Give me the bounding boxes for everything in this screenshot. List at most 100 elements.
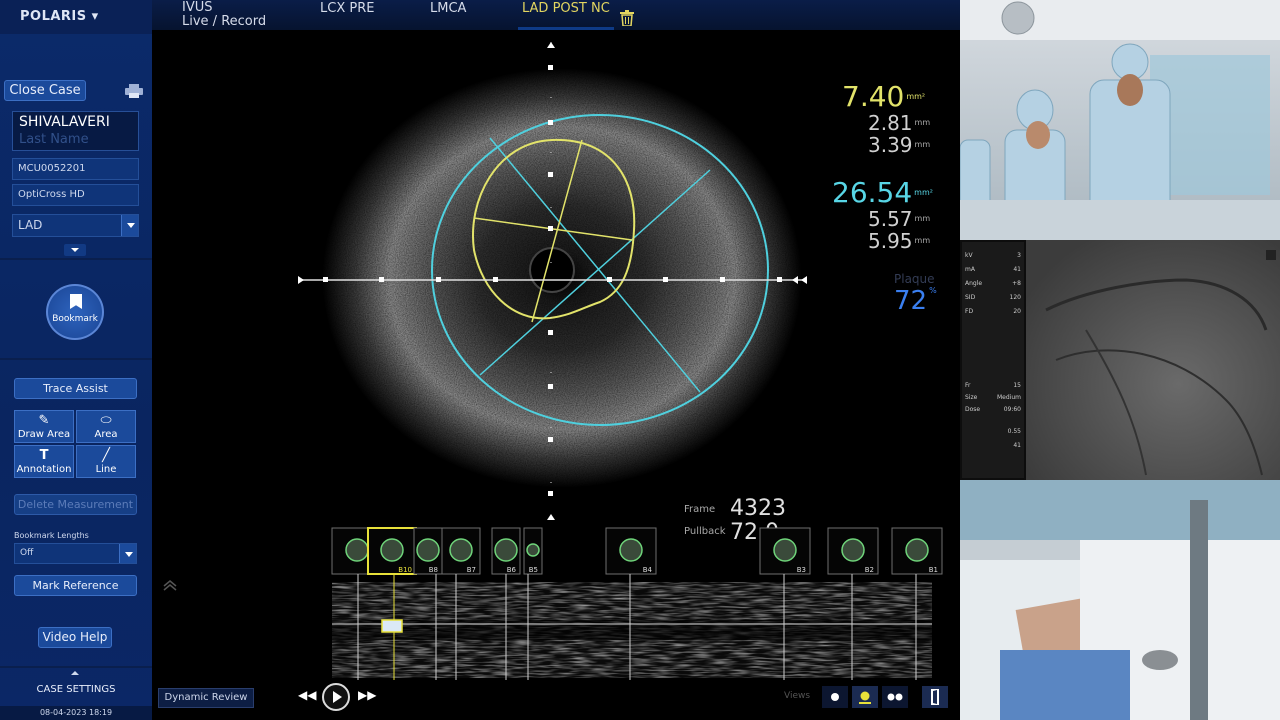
video-help-button[interactable]: Video Help	[38, 627, 112, 648]
catheter-field[interactable]: OptiCross HD	[12, 184, 139, 206]
bookmark-label: B4	[643, 566, 653, 574]
lumen-min-diameter-readout: 2.81 mm	[868, 112, 930, 134]
lumen-min-value: 2.81	[868, 111, 913, 135]
exit-view-button[interactable]	[922, 686, 948, 708]
door-icon	[931, 689, 939, 705]
playback-bar: Dynamic Review ◀◀ ▶▶ Views	[152, 680, 960, 720]
line-button[interactable]: ╱ Line	[76, 445, 136, 478]
annotation-button[interactable]: T Annotation	[14, 445, 74, 478]
line-label: Line	[95, 464, 117, 475]
angio-parameters: kV 3 mA 41 Angle +8 SID 120 FD 20 Fr 15 Size Medium Do…	[962, 242, 1024, 478]
bookmark-button[interactable]: Bookmark	[46, 284, 104, 340]
patient-last-name-placeholder[interactable]: Last Name	[19, 132, 89, 147]
bookmark-label: B3	[797, 566, 806, 574]
plaque-label: Plaque	[894, 272, 935, 286]
bookmark-label: B5	[529, 566, 538, 574]
current-frame-marker[interactable]	[381, 619, 403, 633]
case-settings-button[interactable]: CASE SETTINGS	[0, 684, 152, 695]
angio-parameter-key: Size	[965, 394, 978, 401]
trace-assist-button[interactable]: Trace Assist	[14, 378, 137, 399]
patient-first-name[interactable]: SHIVALAVERI	[19, 114, 110, 130]
view-bookmark-button[interactable]	[852, 686, 878, 708]
tab-lad-post-nc[interactable]: LAD POST NC	[522, 1, 610, 16]
crosshair-handle-top[interactable]	[547, 42, 555, 48]
longitudinal-view[interactable]: B1B10B8B7B6B5B4B3B2B1	[152, 520, 960, 680]
chevron-up-icon[interactable]	[71, 671, 79, 675]
tab-ivus-live[interactable]: IVUS Live / Record	[182, 1, 266, 29]
ivus-image[interactable]	[152, 30, 960, 530]
angio-parameter-value: 41	[1013, 442, 1021, 449]
bookmark-icon	[70, 294, 82, 309]
angio-parameter-value: Medium	[997, 394, 1021, 401]
expand-toggle[interactable]	[64, 244, 86, 256]
chevron-down-icon[interactable]	[121, 215, 138, 236]
single-dot-icon	[831, 693, 839, 701]
brand-bar: POLARIS ▾	[0, 0, 152, 34]
vessel-max-unit: mm	[914, 236, 931, 245]
lumen-max-diameter-readout: 3.39 mm	[868, 134, 930, 156]
frame-label: Frame	[684, 504, 716, 515]
chevron-down-icon[interactable]	[119, 544, 136, 563]
bookmark-lengths-select[interactable]: Off	[14, 543, 137, 564]
bookmark-label: B6	[507, 566, 517, 574]
angio-parameter-value: 20	[1013, 308, 1021, 315]
bookmark-lengths-label: Bookmark Lengths	[14, 531, 89, 540]
angiography-feed: kV 3 mA 41 Angle +8 SID 120 FD 20 Fr 15 Size Medium Do…	[960, 240, 1280, 480]
tab-lcx-pre[interactable]: LCX PRE	[320, 1, 374, 16]
catheter-ring	[529, 247, 575, 293]
play-button[interactable]	[322, 683, 350, 711]
angio-parameter-value: 3	[1017, 252, 1021, 259]
angio-parameter-key: Angle	[965, 280, 983, 287]
view-single-button[interactable]	[822, 686, 848, 708]
close-case-button[interactable]: Close Case	[4, 80, 86, 101]
left-sidebar: POLARIS ▾ Close Case SHIVALAVERI Last Na…	[0, 0, 152, 720]
ivus-cross-section[interactable]: 7.40 mm² 2.81 mm 3.39 mm 26.54 mm² 5.57 mm 5.…	[152, 30, 960, 545]
frame-value: 4323	[730, 496, 786, 521]
brand-name: POLARIS	[20, 9, 87, 24]
angio-parameter-key: Dose	[965, 406, 981, 413]
draw-area-button[interactable]: ✎ Draw Area	[14, 410, 74, 443]
bookmark-lengths-value: Off	[20, 548, 34, 558]
trash-icon[interactable]	[620, 10, 634, 26]
vessel-area-value: 26.54	[832, 176, 913, 209]
text-icon: T	[39, 448, 49, 463]
angio-parameter-value: +8	[1012, 280, 1021, 287]
lumen-max-value: 3.39	[868, 133, 913, 157]
fast-forward-icon[interactable]: ▶▶	[358, 688, 376, 702]
cath-lab-camera-feed	[960, 0, 1280, 240]
angio-parameter-key: SID	[965, 294, 976, 301]
longitudinal-lumen	[332, 620, 932, 640]
dynamic-review-button[interactable]: Dynamic Review	[158, 688, 254, 708]
lumen-max-unit: mm	[914, 140, 931, 149]
delete-measurement-button[interactable]: Delete Measurement	[14, 494, 137, 515]
rewind-icon[interactable]: ◀◀	[298, 688, 316, 702]
bookmark-label: B2	[865, 566, 874, 574]
bookmark-label: B10	[398, 566, 412, 574]
vessel-min-unit: mm	[914, 214, 931, 223]
vessel-select[interactable]: LAD	[12, 214, 139, 237]
mark-reference-button[interactable]: Mark Reference	[14, 575, 137, 596]
crosshair-handle-left[interactable]	[298, 276, 304, 284]
collapse-arrow-icon[interactable]	[163, 580, 177, 591]
plaque-unit: %	[929, 286, 937, 295]
tab-lmca[interactable]: LMCA	[430, 1, 466, 16]
divider	[0, 666, 152, 668]
views-label: Views	[784, 691, 811, 701]
angio-parameter-key: kV	[965, 252, 973, 259]
printer-icon[interactable]	[124, 84, 144, 98]
angio-parameter-value: 41	[1013, 266, 1021, 273]
bookmark-label: B8	[429, 566, 438, 574]
annotation-label: Annotation	[16, 464, 72, 475]
brand-menu[interactable]: POLARIS ▾	[20, 9, 99, 24]
vessel-select-value: LAD	[18, 218, 43, 232]
view-dual-button[interactable]	[882, 686, 908, 708]
draw-area-label: Draw Area	[17, 429, 71, 440]
area-button[interactable]: ⬭ Area	[76, 410, 136, 443]
mrn-field[interactable]: MCU0052201	[12, 158, 139, 180]
lumen-min-unit: mm	[914, 118, 931, 127]
vessel-area-readout: 26.54 mm²	[832, 178, 933, 208]
line-icon: ╱	[102, 448, 110, 463]
patient-name-field[interactable]: SHIVALAVERI Last Name	[12, 111, 139, 151]
angio-parameter-value: 120	[1009, 294, 1021, 301]
vessel-min-diameter-readout: 5.57 mm	[868, 208, 930, 230]
